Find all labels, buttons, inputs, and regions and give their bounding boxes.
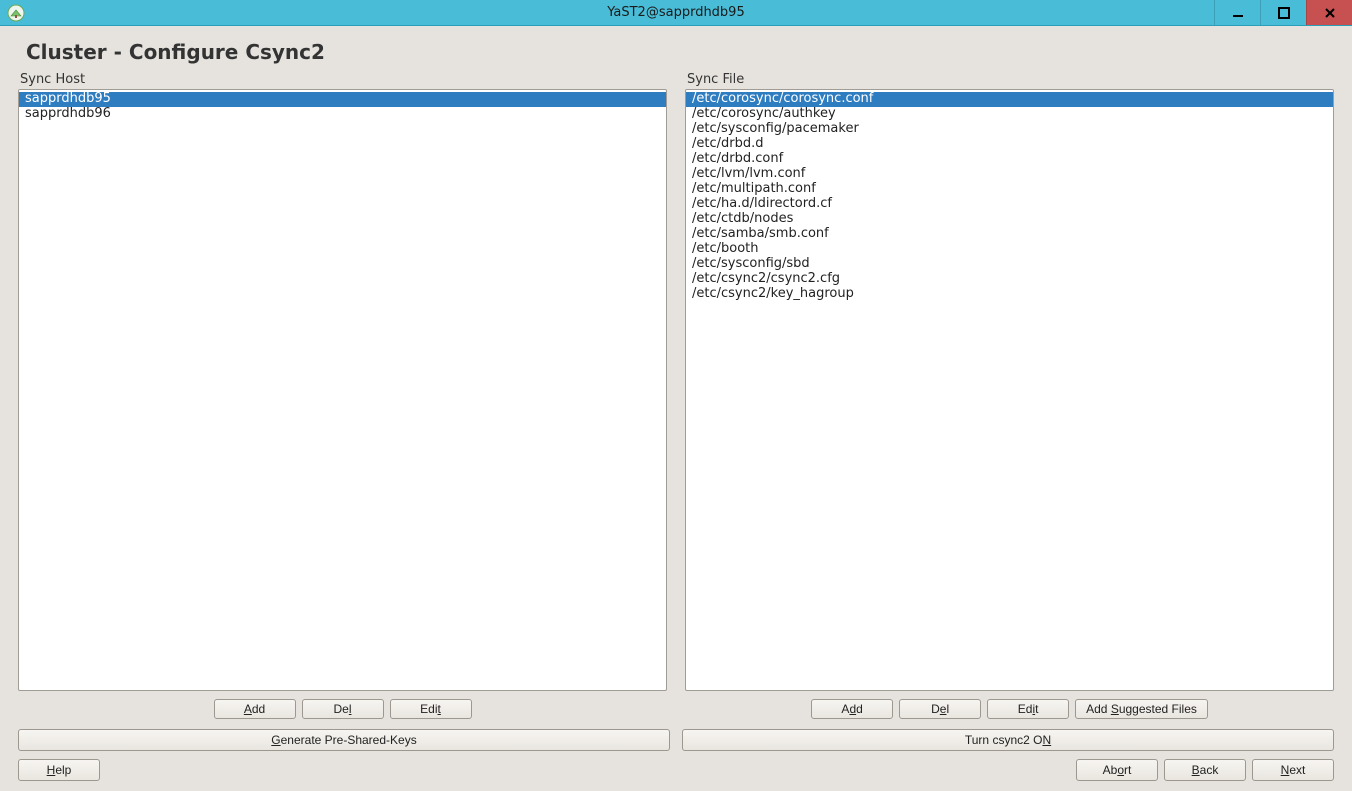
list-item[interactable]: /etc/corosync/corosync.conf — [686, 92, 1333, 107]
minimize-button[interactable] — [1214, 0, 1260, 25]
generate-keys-button[interactable]: Generate Pre-Shared-Keys — [18, 729, 670, 751]
sync-file-add-button[interactable]: Add — [811, 699, 893, 719]
sync-host-label: Sync Host — [18, 72, 667, 87]
sync-host-column: Sync Host sapprdhdb95sapprdhdb96 Add Del… — [18, 72, 667, 719]
list-item[interactable]: /etc/corosync/authkey — [686, 107, 1333, 122]
wide-button-row: Generate Pre-Shared-Keys Turn csync2 ON — [18, 729, 1334, 751]
back-button[interactable]: Back — [1164, 759, 1246, 781]
list-item[interactable]: sapprdhdb95 — [19, 92, 666, 107]
sync-file-button-row: Add Del Edit Add Suggested Files — [685, 699, 1334, 719]
window-title: YaST2@sapprdhdb95 — [0, 5, 1352, 20]
list-item[interactable]: /etc/csync2/key_hagroup — [686, 287, 1333, 302]
sync-file-del-button[interactable]: Del — [899, 699, 981, 719]
footer: Help Abort Back Next — [18, 759, 1334, 781]
help-button[interactable]: Help — [18, 759, 100, 781]
page-title: Cluster - Configure Csync2 — [26, 40, 1334, 64]
nav-buttons: Abort Back Next — [1076, 759, 1334, 781]
maximize-button[interactable] — [1260, 0, 1306, 25]
list-item[interactable]: /etc/csync2/csync2.cfg — [686, 272, 1333, 287]
sync-file-edit-button[interactable]: Edit — [987, 699, 1069, 719]
sync-host-edit-button[interactable]: Edit — [390, 699, 472, 719]
list-item[interactable]: sapprdhdb96 — [19, 107, 666, 122]
abort-button[interactable]: Abort — [1076, 759, 1158, 781]
sync-file-label: Sync File — [685, 72, 1334, 87]
close-button[interactable] — [1306, 0, 1352, 25]
list-item[interactable]: /etc/sysconfig/pacemaker — [686, 122, 1333, 137]
turn-csync2-on-button[interactable]: Turn csync2 ON — [682, 729, 1334, 751]
sync-file-column: Sync File /etc/corosync/corosync.conf/et… — [685, 72, 1334, 719]
list-item[interactable]: /etc/sysconfig/sbd — [686, 257, 1333, 272]
list-item[interactable]: /etc/lvm/lvm.conf — [686, 167, 1333, 182]
window-titlebar: YaST2@sapprdhdb95 — [0, 0, 1352, 26]
sync-host-del-button[interactable]: Del — [302, 699, 384, 719]
list-item[interactable]: /etc/drbd.d — [686, 137, 1333, 152]
list-item[interactable]: /etc/multipath.conf — [686, 182, 1333, 197]
list-item[interactable]: /etc/samba/smb.conf — [686, 227, 1333, 242]
sync-host-listbox[interactable]: sapprdhdb95sapprdhdb96 — [18, 89, 667, 691]
sync-host-button-row: Add Del Edit — [18, 699, 667, 719]
window-controls — [1214, 0, 1352, 25]
list-item[interactable]: /etc/ha.d/ldirectord.cf — [686, 197, 1333, 212]
add-suggested-files-button[interactable]: Add Suggested Files — [1075, 699, 1208, 719]
app-icon — [6, 3, 26, 23]
list-item[interactable]: /etc/ctdb/nodes — [686, 212, 1333, 227]
sync-host-add-button[interactable]: Add — [214, 699, 296, 719]
columns: Sync Host sapprdhdb95sapprdhdb96 Add Del… — [18, 72, 1334, 719]
list-item[interactable]: /etc/booth — [686, 242, 1333, 257]
content-area: Cluster - Configure Csync2 Sync Host sap… — [0, 26, 1352, 791]
sync-file-listbox[interactable]: /etc/corosync/corosync.conf/etc/corosync… — [685, 89, 1334, 691]
list-item[interactable]: /etc/drbd.conf — [686, 152, 1333, 167]
next-button[interactable]: Next — [1252, 759, 1334, 781]
